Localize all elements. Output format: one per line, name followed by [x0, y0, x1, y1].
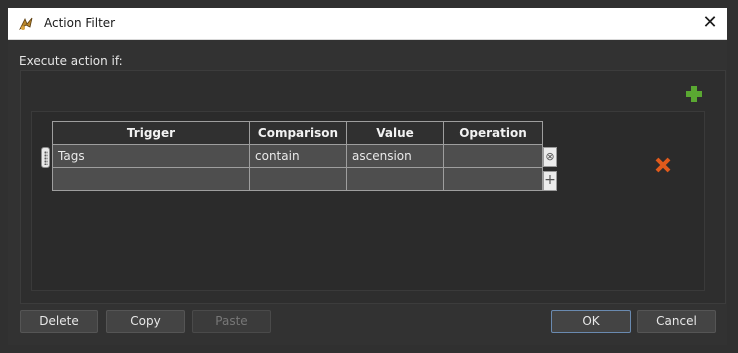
header-value: Value: [346, 121, 444, 145]
cancel-button[interactable]: Cancel: [637, 310, 716, 333]
cell-trigger[interactable]: [52, 167, 250, 191]
rule-group: Trigger Comparison Value Operation Tags …: [31, 111, 705, 291]
cell-operation[interactable]: [443, 144, 543, 168]
cell-value[interactable]: ascension: [346, 144, 444, 168]
rules-panel: Trigger Comparison Value Operation Tags …: [20, 70, 726, 304]
header-comparison: Comparison: [249, 121, 347, 145]
table-row[interactable]: Tags contain ascension: [52, 144, 543, 168]
row-add-icon[interactable]: +: [543, 171, 557, 191]
table-row[interactable]: [52, 167, 543, 191]
conditions-table: Trigger Comparison Value Operation Tags …: [52, 121, 543, 191]
close-button[interactable]: ✕: [701, 14, 719, 32]
cell-value[interactable]: [346, 167, 444, 191]
table-header-row: Trigger Comparison Value Operation: [52, 121, 543, 145]
drag-handle-icon[interactable]: [41, 147, 50, 168]
title-bar: Action Filter ✕: [8, 8, 727, 40]
add-rule-icon[interactable]: [685, 85, 703, 103]
cell-comparison[interactable]: [249, 167, 347, 191]
ok-button[interactable]: OK: [551, 310, 631, 333]
cell-operation[interactable]: [443, 167, 543, 191]
action-filter-dialog: Action Filter ✕ Execute action if: Trigg…: [0, 0, 738, 353]
section-label: Execute action if:: [19, 54, 123, 68]
window-title: Action Filter: [44, 16, 116, 30]
app-logo-icon: [18, 17, 33, 31]
header-operation: Operation: [443, 121, 543, 145]
cell-trigger[interactable]: Tags: [52, 144, 250, 168]
dialog-body: Execute action if: Trigger Comparison Va…: [8, 40, 727, 345]
header-trigger: Trigger: [52, 121, 250, 145]
delete-button[interactable]: Delete: [20, 310, 98, 333]
row-delete-icon[interactable]: ⊗: [543, 147, 557, 167]
paste-button[interactable]: Paste: [192, 310, 271, 333]
remove-rule-icon[interactable]: [654, 156, 672, 174]
copy-button[interactable]: Copy: [106, 310, 185, 333]
cell-comparison[interactable]: contain: [249, 144, 347, 168]
